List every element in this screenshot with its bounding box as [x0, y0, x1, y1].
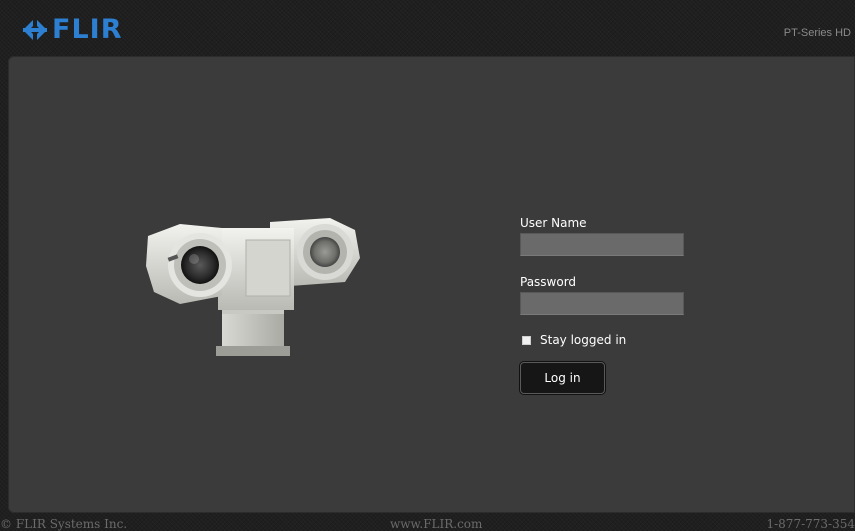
brand-logo: FLIR: [22, 14, 123, 46]
password-label: Password: [520, 275, 577, 289]
stay-logged-in-row[interactable]: Stay logged in: [520, 332, 700, 348]
flir-logo-icon: [23, 18, 47, 42]
copyright-text: © FLIR Systems Inc.: [0, 517, 128, 531]
password-input[interactable]: [520, 292, 684, 315]
ptz-thermal-camera-image: [146, 218, 360, 356]
product-name: PT-Series HD: [783, 27, 851, 39]
page-frame: FLIR PT-Series HD User Name Password Sta…: [0, 0, 855, 531]
stay-logged-in-checkbox[interactable]: [522, 335, 531, 345]
stay-logged-in-label[interactable]: Stay logged in: [540, 333, 626, 347]
login-button[interactable]: Log in: [520, 362, 605, 394]
footer: © FLIR Systems Inc. www.FLIR.com 1-877-7…: [0, 513, 855, 531]
username-label: User Name: [520, 216, 587, 230]
phone-number: 1-877-773-354: [766, 517, 855, 531]
login-panel: [8, 56, 855, 513]
login-form: User Name Password Stay logged in Log in: [520, 215, 700, 394]
username-input[interactable]: [520, 233, 684, 256]
header-bar: FLIR PT-Series HD: [0, 0, 855, 56]
brand-name: FLIR: [52, 14, 123, 45]
website-link[interactable]: www.FLIR.com: [390, 513, 482, 531]
